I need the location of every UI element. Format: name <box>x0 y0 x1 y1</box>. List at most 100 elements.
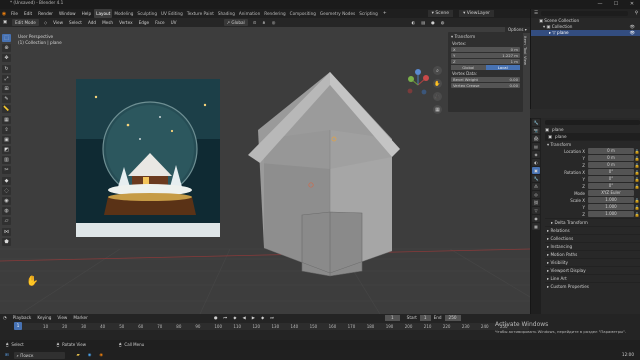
vertex-x-field[interactable]: X0 m <box>451 47 520 52</box>
zoom-icon[interactable]: ⌕ <box>433 66 442 75</box>
start-field[interactable]: 1 <box>419 315 431 321</box>
lock-icon[interactable]: 🔓 <box>634 212 640 217</box>
knife-tool-icon[interactable]: ✂ <box>2 166 11 175</box>
xray-icon[interactable]: ▤ <box>418 18 428 27</box>
timeline-menu-marker[interactable]: Marker <box>70 314 90 322</box>
outliner-editor-icon[interactable]: ☰ <box>531 11 541 16</box>
world-tab-icon[interactable]: ◐ <box>532 159 540 166</box>
taskbar-app-explorer-icon[interactable]: ▰ <box>73 350 84 360</box>
filter-icon[interactable]: ⚲ <box>632 11 640 16</box>
reference-image-snowglobe[interactable] <box>76 79 220 237</box>
orientation-dropdown[interactable]: ↗ Global <box>223 19 248 26</box>
menu-add[interactable]: Add <box>85 18 99 27</box>
house-mesh[interactable] <box>248 72 400 277</box>
rotate-tool-icon[interactable]: ↻ <box>2 64 11 73</box>
vertex-select-icon[interactable]: ◇ <box>41 18 50 27</box>
prev-key-icon[interactable]: ◆ <box>230 314 239 322</box>
shear-tool-icon[interactable]: ▱ <box>2 217 11 226</box>
add-workspace-button[interactable]: + <box>380 11 390 16</box>
scale-x-field[interactable]: Scale X 1.000 🔓 <box>545 197 640 203</box>
menu-select[interactable]: Select <box>66 18 85 27</box>
lock-icon[interactable]: 🔓 <box>634 205 640 210</box>
scene-tab-icon[interactable]: ◈ <box>532 151 540 158</box>
overlay-icon[interactable]: ◐ <box>408 18 418 27</box>
tab-compositing[interactable]: Compositing <box>288 9 318 18</box>
measure-tool-icon[interactable]: 📏 <box>2 105 11 114</box>
vertex-y-field[interactable]: Y 1.227 m <box>451 53 520 58</box>
tab-item[interactable]: Item <box>523 36 528 45</box>
ortho-grid-icon[interactable]: ▦ <box>433 105 442 114</box>
play-icon[interactable]: ▶ <box>249 314 258 322</box>
location-x-field[interactable]: Location X0 m 🔓 <box>545 148 640 154</box>
custom-properties-section[interactable]: ▸ Custom Properties <box>545 282 640 290</box>
render-tab-icon[interactable]: 📷 <box>532 127 540 134</box>
modifier-tab-icon[interactable]: 🔧 <box>532 175 540 182</box>
data-tab-icon[interactable]: ▽ <box>532 207 540 214</box>
jump-start-icon[interactable]: ⏮ <box>221 314 231 322</box>
end-field[interactable]: 250 <box>444 315 461 321</box>
menu-file[interactable]: File <box>8 9 21 18</box>
menu-edit[interactable]: Edit <box>21 9 35 18</box>
snap-icon[interactable]: ⋔ <box>259 18 269 27</box>
polybuild-tool-icon[interactable]: ◆ <box>2 176 11 185</box>
minimize-button[interactable]: — <box>592 0 608 9</box>
proportional-icon[interactable]: ◎ <box>269 18 279 27</box>
view-layer-tab-icon[interactable]: ▤ <box>532 143 540 150</box>
menu-help[interactable]: Help <box>79 9 95 18</box>
relations-section[interactable]: ▸ Relations <box>545 226 640 234</box>
particles-tab-icon[interactable]: ⁂ <box>532 183 540 190</box>
bevel-weight-field[interactable]: Bevel Weight 0.00 <box>451 77 520 82</box>
lock-icon[interactable]: 🔓 <box>634 170 640 175</box>
timeline-menu-playback[interactable]: Playback <box>10 314 35 322</box>
constraints-tab-icon[interactable]: ⛓ <box>532 199 540 206</box>
local-button[interactable]: Local <box>485 65 520 70</box>
menu-view[interactable]: View <box>50 18 66 27</box>
close-button[interactable]: ✕ <box>624 0 640 9</box>
timeline-menu-keying[interactable]: Keying <box>34 314 54 322</box>
visibility-eye-icon[interactable]: 👁 <box>630 30 635 36</box>
instancing-section[interactable]: ▸ Instancing <box>545 242 640 250</box>
motion-paths-section[interactable]: ▸ Motion Paths <box>545 250 640 258</box>
lock-icon[interactable]: 🔓 <box>634 149 640 154</box>
timeline-menu-view[interactable]: View <box>54 314 70 322</box>
tab-scripting[interactable]: Scripting <box>357 9 380 18</box>
vertex-z-field[interactable]: Z1 m <box>451 59 520 64</box>
tab-sculpting[interactable]: Sculpting <box>135 9 159 18</box>
object-name-field[interactable]: ▣ plane <box>545 133 640 140</box>
viewport-display-section[interactable]: ▸ Viewport Display <box>545 266 640 274</box>
maximize-button[interactable]: ☐ <box>608 0 624 9</box>
location-z-field[interactable]: Z0 m 🔓 <box>545 162 640 168</box>
taskbar-app-blender-icon[interactable]: ◉ <box>95 350 107 360</box>
pivot-icon[interactable]: ⊙ <box>250 18 260 27</box>
tab-animation[interactable]: Animation <box>237 9 262 18</box>
tab-view[interactable]: View <box>523 56 528 65</box>
cursor-tool-icon[interactable]: ⊕ <box>2 44 11 53</box>
tab-rendering[interactable]: Rendering <box>262 9 287 18</box>
lock-icon[interactable]: 🔓 <box>634 184 640 189</box>
object-tab-icon[interactable]: ▣ <box>532 167 540 174</box>
output-tab-icon[interactable]: 🖨 <box>532 135 540 142</box>
playhead[interactable]: 1 <box>14 322 22 330</box>
scale-z-field[interactable]: Z 1.000 🔓 <box>545 211 640 217</box>
transform-tool-icon[interactable]: ⊞ <box>2 84 11 93</box>
record-icon[interactable]: ● <box>211 314 221 322</box>
rotation-y-field[interactable]: Y 0° 🔓 <box>545 176 640 182</box>
menu-render[interactable]: Render <box>35 9 56 18</box>
select-tool-icon[interactable]: ⬚ <box>2 34 11 42</box>
menu-vertex[interactable]: Vertex <box>116 18 135 27</box>
tab-texture-paint[interactable]: Texture Paint <box>185 9 216 18</box>
menu-uv[interactable]: UV <box>168 18 180 27</box>
scene-selector[interactable]: ▾ Scene <box>427 10 454 17</box>
visibility-section[interactable]: ▸ Visibility <box>545 258 640 266</box>
tab-layout[interactable]: Layout <box>94 9 113 18</box>
menu-edge[interactable]: Edge <box>136 18 153 27</box>
physics-tab-icon[interactable]: ◎ <box>532 191 540 198</box>
properties-search[interactable] <box>545 119 640 125</box>
tab-modeling[interactable]: Modeling <box>112 9 135 18</box>
lock-icon[interactable]: 🔓 <box>634 163 640 168</box>
viewlayer-selector[interactable]: ▾ ViewLayer <box>459 10 494 17</box>
pan-hand-icon[interactable]: ✋ <box>433 79 442 88</box>
outliner-row-plane[interactable]: ▸ ▽ plane 👁 <box>531 30 640 36</box>
add-cube-tool-icon[interactable]: ▦ <box>2 115 11 124</box>
next-key-icon[interactable]: ◆ <box>258 314 267 322</box>
